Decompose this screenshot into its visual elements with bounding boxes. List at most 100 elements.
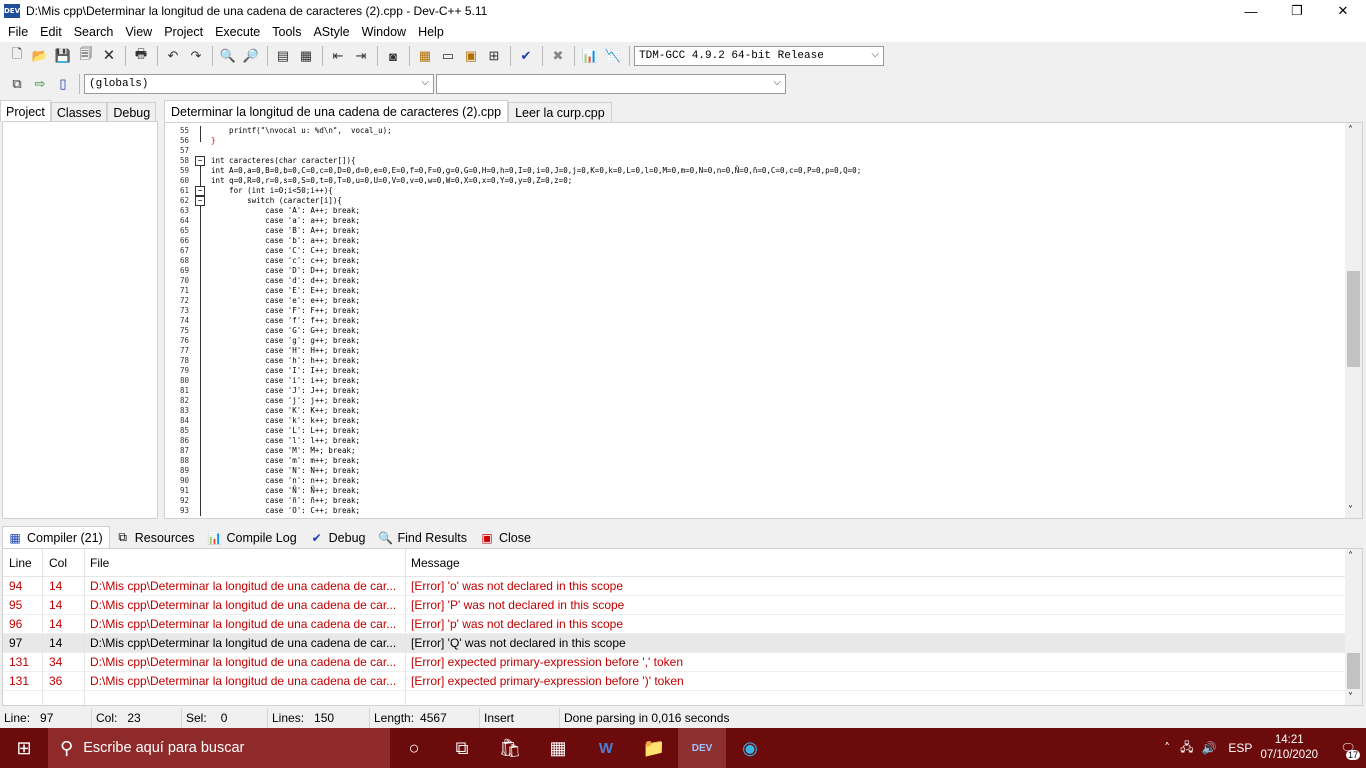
replace-icon[interactable]: 🔎: [240, 45, 262, 67]
code-line[interactable]: 79 case 'I': I++; break;: [165, 366, 1345, 376]
menu-project[interactable]: Project: [158, 25, 209, 39]
scrollbar-thumb[interactable]: [1347, 271, 1360, 367]
code-line[interactable]: 91 case 'Ñ': Ñ++; break;: [165, 486, 1345, 496]
code-line[interactable]: 63 case 'A': A++; break;: [165, 206, 1345, 216]
code-line[interactable]: 78 case 'h': h++; break;: [165, 356, 1345, 366]
table-row[interactable]: [3, 691, 1362, 705]
code-line[interactable]: 84 case 'k': k++; break;: [165, 416, 1345, 426]
table-row[interactable]: 95 14 D:\Mis cpp\Determinar la longitud de…: [3, 596, 1362, 615]
tab-debug-bottom[interactable]: ✔ Debug: [304, 527, 373, 548]
stop-execution-icon[interactable]: ✖: [547, 45, 569, 67]
code-line[interactable]: 59 int A=0,a=0,B=0,b=0,C=0,c=0,D=0,d=0,e=…: [165, 166, 1345, 176]
unindent-icon[interactable]: ⇥: [350, 45, 372, 67]
code-line[interactable]: 80 case 'i': i++; break;: [165, 376, 1345, 386]
goto-icon[interactable]: ⇨: [29, 73, 51, 95]
fold-toggle-icon[interactable]: −: [195, 196, 205, 206]
tab-compile-log[interactable]: 📊 Compile Log: [201, 527, 303, 548]
code-line[interactable]: 60 int q=0,R=0,r=0,s=0,S=0,t=0,T=0,u=0,U=…: [165, 176, 1345, 186]
windows-start-icon[interactable]: ⊞: [0, 728, 48, 768]
table-row[interactable]: 97 14 D:\Mis cpp\Determinar la longitud de…: [3, 634, 1362, 653]
code-line[interactable]: 68 case 'c': c++; break;: [165, 256, 1345, 266]
tab-find-results[interactable]: 🔍 Find Results: [373, 527, 474, 548]
editor-vertical-scrollbar[interactable]: ˄ ˅: [1345, 123, 1362, 518]
toggle-bookmark-icon[interactable]: ▦: [295, 45, 317, 67]
code-line[interactable]: 62− switch (caracter[i]){: [165, 196, 1345, 206]
menu-view[interactable]: View: [119, 25, 158, 39]
scope-select[interactable]: (globals) ⌵: [84, 74, 434, 94]
class-browser-icon[interactable]: ▯: [52, 73, 74, 95]
goto-line-icon[interactable]: ▤: [272, 45, 294, 67]
taskbar-clock[interactable]: 14:21 07/10/2020: [1260, 733, 1318, 763]
volume-icon[interactable]: 🔊: [1201, 741, 1216, 755]
profile-icon[interactable]: 📊: [579, 45, 601, 67]
indent-icon[interactable]: ⇤: [327, 45, 349, 67]
code-line[interactable]: 70 case 'd': d++; break;: [165, 276, 1345, 286]
undo-icon[interactable]: ↶: [162, 45, 184, 67]
code-line[interactable]: 64 case 'a': a++; break;: [165, 216, 1345, 226]
code-line[interactable]: 56}: [165, 136, 1345, 146]
project-panel[interactable]: [2, 121, 158, 519]
scrollbar-thumb[interactable]: [1347, 653, 1360, 689]
delete-profile-icon[interactable]: 📉: [602, 45, 624, 67]
menu-file[interactable]: File: [2, 25, 34, 39]
menu-window[interactable]: Window: [356, 25, 412, 39]
column-header-message[interactable]: Message: [406, 549, 460, 576]
rebuild-all-icon[interactable]: ⊞: [483, 45, 505, 67]
devcpp-taskbar-icon[interactable]: DEV: [678, 728, 726, 768]
compile-icon[interactable]: ▦: [414, 45, 436, 67]
tab-debug[interactable]: Debug: [107, 102, 157, 122]
tab-resources[interactable]: ⧉ Resources: [110, 527, 202, 548]
scroll-down-icon[interactable]: ˅: [1348, 505, 1353, 516]
code-line[interactable]: 89 case 'N': N++; break;: [165, 466, 1345, 476]
language-indicator[interactable]: ESP: [1228, 741, 1252, 755]
table-row[interactable]: 96 14 D:\Mis cpp\Determinar la longitud de…: [3, 615, 1362, 634]
code-editor[interactable]: 55 printf("\nvocal u: %d\n", vocal_u); 56…: [164, 122, 1363, 519]
file-explorer-icon[interactable]: 📁: [630, 728, 678, 768]
compiler-results-table[interactable]: Line Col File Message 94 14 D:\Mis cpp\Det…: [2, 548, 1363, 706]
code-line[interactable]: 73 case 'F': F++; break;: [165, 306, 1345, 316]
maximize-button[interactable]: ❐: [1274, 0, 1320, 22]
code-line[interactable]: 67 case 'C': C++; break;: [165, 246, 1345, 256]
tab-compiler[interactable]: ▦ Compiler (21): [2, 526, 110, 548]
menu-help[interactable]: Help: [412, 25, 450, 39]
column-header-col[interactable]: Col: [43, 549, 85, 576]
menu-execute[interactable]: Execute: [209, 25, 266, 39]
tab-current-file[interactable]: Determinar la longitud de una cadena de …: [164, 100, 509, 122]
code-line[interactable]: 86 case 'l': l++; break;: [165, 436, 1345, 446]
table-row[interactable]: 131 36 D:\Mis cpp\Determinar la longitud d…: [3, 672, 1362, 691]
tab-project[interactable]: Project: [0, 100, 51, 122]
calculator-icon[interactable]: ▦: [534, 728, 582, 768]
code-line[interactable]: 61− for (int i=0;i<50;i++){: [165, 186, 1345, 196]
code-line[interactable]: 77 case 'H': H++; break;: [165, 346, 1345, 356]
fold-toggle-icon[interactable]: −: [195, 156, 205, 166]
code-line[interactable]: 72 case 'e': e++; break;: [165, 296, 1345, 306]
code-line[interactable]: 93 case 'O': C++; break;: [165, 506, 1345, 516]
code-line[interactable]: 66 case 'b': a++; break;: [165, 236, 1345, 246]
code-line[interactable]: 85 case 'L': L++; break;: [165, 426, 1345, 436]
cortana-icon[interactable]: ○: [390, 728, 438, 768]
new-file-icon[interactable]: 🗋: [6, 45, 28, 67]
tab-close[interactable]: ▣ Close: [474, 527, 538, 548]
code-line[interactable]: 71 case 'E': E++; break;: [165, 286, 1345, 296]
edge-icon[interactable]: ◉: [726, 728, 774, 768]
chevron-up-icon[interactable]: ˄: [1164, 741, 1170, 755]
code-line[interactable]: 69 case 'D': D++; break;: [165, 266, 1345, 276]
find-icon[interactable]: 🔍: [217, 45, 239, 67]
store-icon[interactable]: 🛍: [486, 728, 534, 768]
close-file-icon[interactable]: 🗙: [98, 45, 120, 67]
network-icon[interactable]: 🖧: [1180, 738, 1193, 759]
taskbar-search-box[interactable]: ⚲ Escribe aquí para buscar: [48, 728, 390, 768]
menu-astyle[interactable]: AStyle: [307, 25, 355, 39]
table-row[interactable]: 131 34 D:\Mis cpp\Determinar la longitud d…: [3, 653, 1362, 672]
redo-icon[interactable]: ↷: [185, 45, 207, 67]
code-line[interactable]: 57: [165, 146, 1345, 156]
insert-icon[interactable]: ⧉: [6, 73, 28, 95]
task-view-icon[interactable]: ⧉: [438, 728, 486, 768]
save-all-icon[interactable]: 🗐: [75, 45, 97, 67]
scroll-down-icon[interactable]: ˅: [1348, 692, 1353, 703]
results-vertical-scrollbar[interactable]: ˄ ˅: [1345, 549, 1362, 705]
fold-toggle-icon[interactable]: −: [195, 186, 205, 196]
syntax-check-icon[interactable]: ✔: [515, 45, 537, 67]
code-line[interactable]: 55 printf("\nvocal u: %d\n", vocal_u);: [165, 126, 1345, 136]
toggle-comment-icon[interactable]: ◙: [382, 45, 404, 67]
